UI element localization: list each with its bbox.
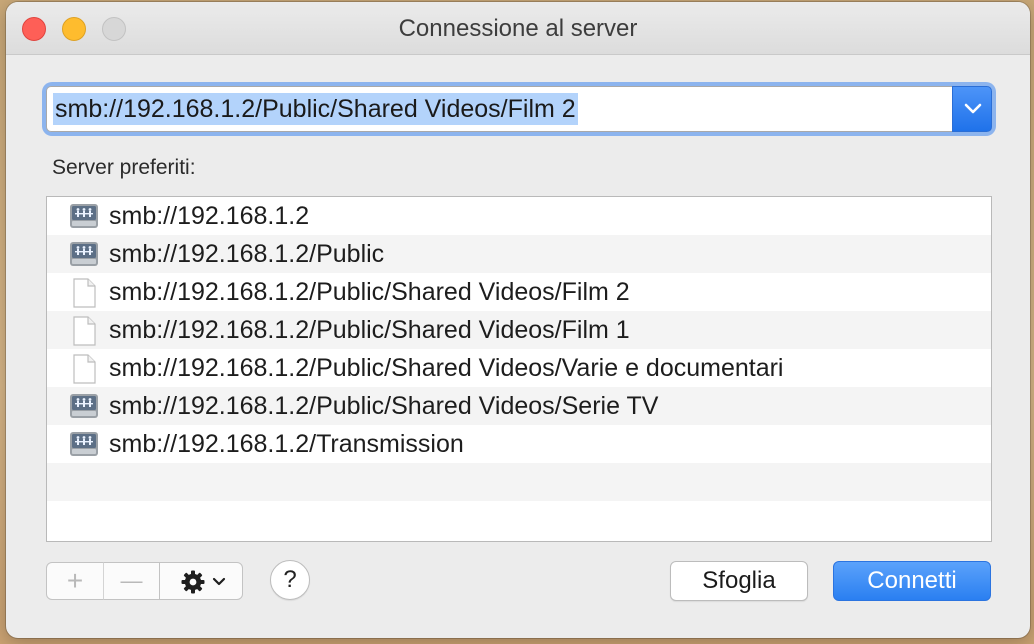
action-menu-button[interactable] [159, 562, 243, 600]
chevron-down-icon [212, 577, 226, 586]
empty-list-row [47, 463, 991, 501]
document-icon [69, 316, 99, 346]
connect-button[interactable]: Connetti [833, 561, 991, 601]
document-icon [69, 278, 99, 308]
favorite-server-row[interactable]: smb://192.168.1.2/Public/Shared Videos/S… [47, 387, 991, 425]
favorite-server-row[interactable]: smb://192.168.1.2/Transmission [47, 425, 991, 463]
add-favorite-button[interactable]: + [46, 562, 104, 600]
help-button[interactable]: ? [270, 560, 310, 600]
favorite-server-url: smb://192.168.1.2/Transmission [109, 430, 464, 458]
browse-button[interactable]: Sfoglia [670, 561, 808, 601]
favorite-server-row[interactable]: smb://192.168.1.2/Public/Shared Videos/V… [47, 349, 991, 387]
favorite-servers-label: Server preferiti: [52, 156, 196, 179]
title-bar: Connessione al server [6, 2, 1030, 55]
server-address-combo[interactable]: smb://192.168.1.2/Public/Shared Videos/F… [46, 86, 992, 132]
favorite-server-row[interactable]: smb://192.168.1.2 [47, 197, 991, 235]
favorite-server-row[interactable]: smb://192.168.1.2/Public/Shared Videos/F… [47, 273, 991, 311]
favorite-server-url: smb://192.168.1.2/Public/Shared Videos/S… [109, 392, 659, 420]
plus-icon: + [66, 565, 84, 596]
server-icon [69, 392, 99, 420]
server-address-text: smb://192.168.1.2/Public/Shared Videos/F… [53, 93, 578, 125]
connect-to-server-window: Connessione al server smb://192.168.1.2/… [6, 2, 1030, 638]
address-history-dropdown-button[interactable] [952, 86, 992, 132]
favorite-server-url: smb://192.168.1.2/Public [109, 240, 385, 268]
server-icon [69, 202, 99, 230]
favorite-server-url: smb://192.168.1.2/Public/Shared Videos/F… [109, 278, 630, 306]
remove-favorite-button[interactable]: — [103, 562, 160, 600]
favorite-server-row[interactable]: smb://192.168.1.2/Public/Shared Videos/F… [47, 311, 991, 349]
minus-icon: — [120, 568, 143, 593]
favorite-server-url: smb://192.168.1.2 [109, 202, 310, 230]
server-address-input[interactable]: smb://192.168.1.2/Public/Shared Videos/F… [46, 86, 952, 132]
chevron-down-icon [964, 103, 982, 114]
server-icon [69, 240, 99, 268]
favorite-server-url: smb://192.168.1.2/Public/Shared Videos/V… [109, 354, 784, 382]
favorite-server-row[interactable]: smb://192.168.1.2/Public [47, 235, 991, 273]
favorite-servers-list[interactable]: smb://192.168.1.2 smb://192.168.1.2/Publi… [46, 196, 992, 542]
gear-icon [181, 570, 205, 594]
empty-list-row [47, 501, 991, 539]
window-title: Connessione al server [398, 15, 638, 42]
favorite-server-url: smb://192.168.1.2/Public/Shared Videos/F… [109, 316, 630, 344]
server-icon [69, 430, 99, 458]
document-icon [69, 354, 99, 384]
